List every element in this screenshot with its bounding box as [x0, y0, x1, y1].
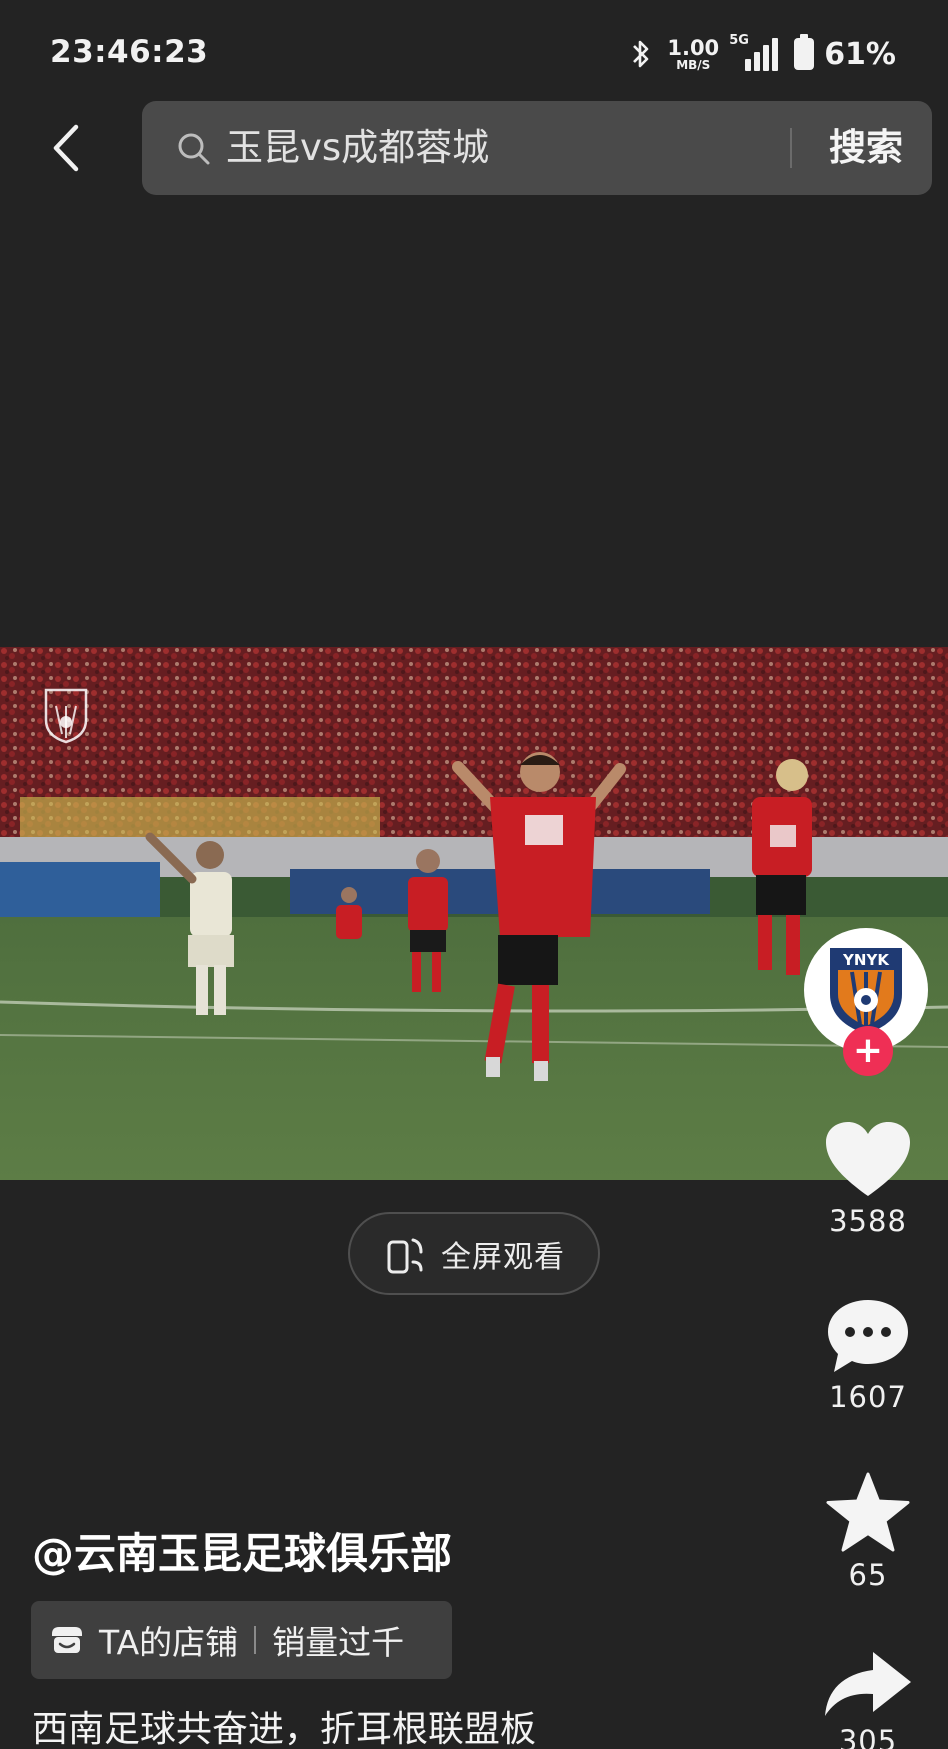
- fullscreen-label: 全屏观看: [441, 1239, 565, 1275]
- video-player[interactable]: [0, 647, 948, 1180]
- search-icon: [178, 133, 210, 165]
- status-icons: 1.00 MB/S 5G 61%: [629, 33, 896, 74]
- status-time: 23:46:23: [50, 34, 209, 70]
- comment-action[interactable]: 1607: [808, 1296, 928, 1414]
- signal-icon: 5G: [729, 33, 779, 71]
- search-divider: [790, 128, 792, 168]
- network-speed: 1.00 MB/S: [667, 35, 720, 72]
- chevron-left-icon: [53, 124, 79, 172]
- shop-chip[interactable]: TA的店铺 销量过千: [31, 1601, 452, 1679]
- network-speed-unit: MB/S: [676, 57, 711, 72]
- search-bar[interactable]: 玉昆vs成都蓉城 搜索: [142, 101, 932, 195]
- follow-button[interactable]: +: [843, 1026, 893, 1076]
- shop-separator: [254, 1626, 257, 1654]
- shop-label: TA的店铺: [99, 1623, 239, 1662]
- heart-icon: [826, 1122, 910, 1196]
- network-speed-value: 1.00: [667, 35, 720, 60]
- favorite-count: 65: [848, 1558, 888, 1592]
- network-type: 5G: [729, 33, 749, 48]
- comment-icon: [828, 1300, 908, 1372]
- shop-sales-badge: 销量过千: [272, 1623, 405, 1662]
- club-watermark-logo: [44, 688, 88, 744]
- like-action[interactable]: 3588: [808, 1120, 928, 1238]
- like-count: 3588: [829, 1204, 907, 1238]
- fullscreen-button[interactable]: 全屏观看: [348, 1212, 600, 1295]
- battery-percent: 61%: [824, 36, 896, 72]
- battery-icon: [794, 34, 815, 70]
- video-feed-screen: 23:46:23 1.00 MB/S 5G 61% 玉昆vs成都蓉城 搜索 全屏…: [0, 0, 948, 1749]
- status-bar: 23:46:23 1.00 MB/S 5G 61%: [0, 0, 948, 100]
- shop-icon: [52, 1627, 82, 1653]
- author-name[interactable]: @云南玉昆足球俱乐部: [32, 1520, 452, 1581]
- search-button[interactable]: 搜索: [808, 101, 924, 195]
- video-description: 西南足球共奋进，折耳根联盟板: [32, 1709, 537, 1749]
- search-input[interactable]: 玉昆vs成都蓉城: [226, 101, 489, 195]
- favorite-action[interactable]: 65: [808, 1472, 928, 1592]
- bluetooth-icon: [633, 40, 649, 68]
- share-icon: [825, 1652, 911, 1716]
- comment-count: 1607: [829, 1380, 907, 1414]
- back-button[interactable]: [40, 108, 90, 188]
- video-frame: [0, 647, 948, 1180]
- star-icon: [826, 1472, 910, 1552]
- share-count: 305: [838, 1724, 898, 1749]
- rotate-screen-icon: [387, 1238, 423, 1273]
- club-logo-icon: YNYK: [830, 948, 902, 1034]
- share-action[interactable]: 305: [808, 1648, 928, 1749]
- club-logo-text: YNYK: [842, 951, 890, 969]
